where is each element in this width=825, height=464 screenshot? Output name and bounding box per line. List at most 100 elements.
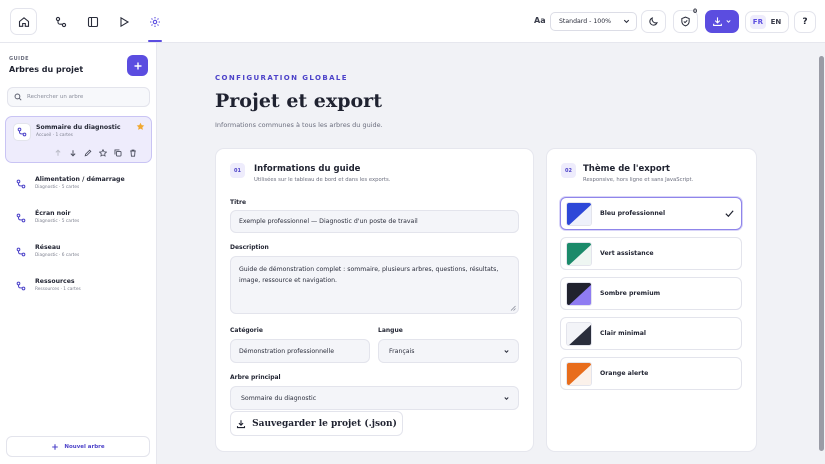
font-size-label: Aa <box>534 16 546 25</box>
move-down-button[interactable] <box>69 149 77 157</box>
play-icon <box>119 16 129 27</box>
tree-meta: Diagnostic · 5 cartes <box>35 219 80 224</box>
moon-icon <box>649 17 658 26</box>
gear-icon <box>149 16 160 27</box>
tree-actions <box>54 149 137 157</box>
home-icon <box>18 16 29 27</box>
copy-icon <box>114 149 122 157</box>
theme-name: Bleu professionnel <box>600 210 666 217</box>
tree-item-reseau[interactable]: Réseau Diagnostic · 6 cartes <box>5 237 152 271</box>
export-download-button[interactable] <box>705 10 739 33</box>
theme-option-orange[interactable]: Orange alerte <box>560 357 742 390</box>
pencil-icon <box>84 149 92 157</box>
language-value: Français <box>389 347 415 355</box>
tree-item-ressources[interactable]: Ressources Ressources · 1 cartes <box>5 271 152 305</box>
resize-grip-icon[interactable] <box>510 305 516 311</box>
category-value: Démonstration professionnelle <box>239 347 335 355</box>
sidebar-eyebrow: GUIDE <box>9 56 30 62</box>
tree-icon <box>16 281 26 291</box>
tree-icon-wrap <box>12 243 30 261</box>
step-badge: 01 <box>230 163 245 178</box>
chevron-down-icon <box>504 350 509 353</box>
scrollbar-thumb[interactable] <box>819 56 824 451</box>
tree-icon <box>16 213 26 223</box>
tree-name: Alimentation / démarrage <box>35 176 125 183</box>
language-fr-button[interactable]: FR <box>749 15 766 29</box>
theme-swatch <box>566 242 592 266</box>
language-en-button[interactable]: EN <box>768 15 785 29</box>
theme-swatch <box>566 202 592 226</box>
tree-search-input[interactable] <box>27 94 147 100</box>
theme-name: Clair minimal <box>600 330 647 337</box>
main-tree-label: Arbre principal <box>230 374 281 381</box>
top-bar: Aa Standard - 100% 0 FR EN ? <box>0 0 825 43</box>
theme-option-clair[interactable]: Clair minimal <box>560 317 742 350</box>
download-icon <box>237 419 246 428</box>
chevron-down-icon <box>623 19 630 24</box>
title-input[interactable]: Exemple professionnel — Diagnostic d'un … <box>230 210 519 233</box>
theme-swatch <box>566 362 592 386</box>
delete-tree-button[interactable] <box>129 149 137 157</box>
search-icon <box>14 93 22 101</box>
zoom-select[interactable]: Standard - 100% <box>550 12 637 31</box>
theme-swatch <box>566 282 592 306</box>
move-up-button[interactable] <box>54 149 62 157</box>
tree-icon-wrap <box>12 209 30 227</box>
tree-item-alimentation[interactable]: Alimentation / démarrage Diagnostic · 5 … <box>5 169 152 203</box>
tree-meta: Diagnostic · 6 cartes <box>35 253 80 258</box>
tree-name: Réseau <box>35 244 61 251</box>
description-value: Guide de démonstration complet : sommair… <box>239 266 499 284</box>
page-title: Projet et export <box>215 90 382 112</box>
sidebar-layout-icon <box>87 16 98 27</box>
theme-name: Orange alerte <box>600 370 649 377</box>
theme-name: Vert assistance <box>600 250 654 257</box>
theme-name: Sombre premium <box>600 290 661 297</box>
info-card-title: Informations du guide <box>254 164 361 174</box>
tree-item-sommaire[interactable]: Sommaire du diagnostic Accueil · 1 carte… <box>5 116 152 163</box>
help-button[interactable]: ? <box>794 11 816 33</box>
category-label: Catégorie <box>230 327 263 334</box>
theme-option-bleu[interactable]: Bleu professionnel <box>560 197 742 230</box>
language-select[interactable]: Français <box>378 339 519 363</box>
sidebar-title: Arbres du projet <box>9 65 84 74</box>
new-tree-button[interactable]: Nouvel arbre <box>6 436 150 457</box>
tree-name: Sommaire du diagnostic <box>36 124 121 131</box>
tree-name: Ressources <box>35 278 75 285</box>
tree-view-button[interactable] <box>47 8 74 35</box>
title-input-value: Exemple professionnel — Diagnostic d'un … <box>239 218 418 225</box>
description-textarea[interactable]: Guide de démonstration complet : sommair… <box>230 256 519 314</box>
tree-item-ecran-noir[interactable]: Écran noir Diagnostic · 5 cartes <box>5 203 152 237</box>
arrow-down-icon <box>70 150 76 157</box>
plus-icon <box>52 443 59 450</box>
add-tree-button[interactable] <box>127 55 148 76</box>
theme-option-sombre[interactable]: Sombre premium <box>560 277 742 310</box>
save-project-label: Sauvegarder le projet (.json) <box>252 418 397 429</box>
tree-icon-wrap <box>12 277 30 295</box>
download-icon <box>713 17 722 26</box>
star-filled-icon[interactable] <box>136 122 145 133</box>
tree-icon-wrap <box>13 123 31 141</box>
tree-meta: Diagnostic · 5 cartes <box>35 185 80 190</box>
main-tree-select[interactable]: Sommaire du diagnostic <box>230 386 519 410</box>
category-input[interactable]: Démonstration professionnelle <box>230 339 370 363</box>
settings-button[interactable] <box>141 8 168 35</box>
chevron-down-icon <box>504 397 509 400</box>
favorite-tree-button[interactable] <box>99 149 107 157</box>
save-project-button[interactable]: Sauvegarder le projet (.json) <box>230 411 403 436</box>
page-eyebrow: CONFIGURATION GLOBALE <box>215 74 348 82</box>
theme-option-vert[interactable]: Vert assistance <box>560 237 742 270</box>
layout-button[interactable] <box>79 8 106 35</box>
edit-tree-button[interactable] <box>84 149 92 157</box>
tree-meta: Ressources · 1 cartes <box>35 287 81 292</box>
duplicate-tree-button[interactable] <box>114 149 122 157</box>
plus-icon <box>134 62 141 69</box>
theme-swatch <box>566 322 592 346</box>
preview-button[interactable] <box>110 8 137 35</box>
step-badge: 02 <box>561 163 576 178</box>
main-tree-value: Sommaire du diagnostic <box>241 394 317 402</box>
tree-icon-wrap <box>12 175 30 193</box>
trash-icon <box>130 149 136 157</box>
home-button[interactable] <box>10 8 37 35</box>
dark-mode-toggle[interactable] <box>641 10 666 33</box>
theme-card-subtitle: Responsive, hors ligne et sans JavaScrip… <box>583 177 694 183</box>
